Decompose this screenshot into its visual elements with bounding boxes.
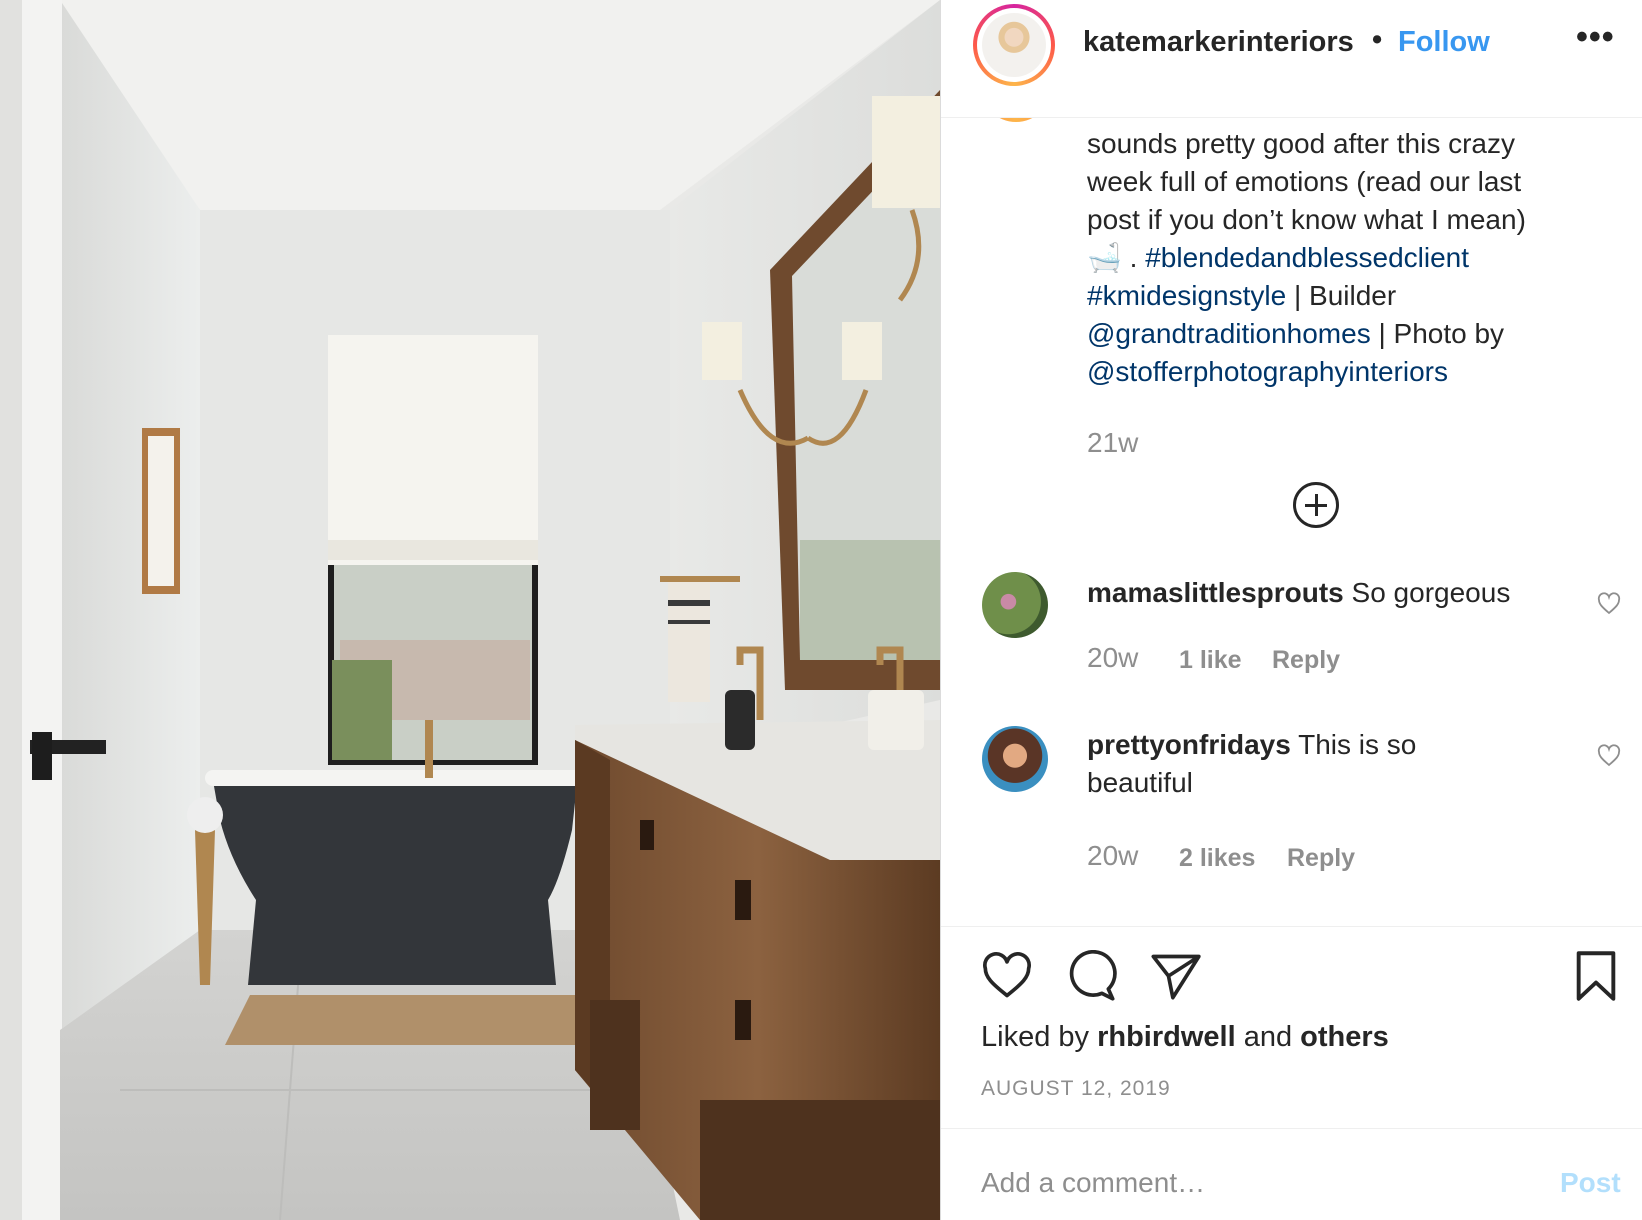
post-header: katemarkerinteriors • Follow ••• [941,0,1642,118]
post-comment-button[interactable]: Post [1560,1167,1621,1199]
commenter-username[interactable]: prettyonfridays [1087,729,1291,760]
caption-dot: . [1121,242,1146,273]
comment-timestamp[interactable]: 20w [1087,642,1138,674]
heart-icon[interactable] [981,950,1033,1002]
comment-likes-count[interactable]: 1 like [1179,646,1242,675]
author-avatar[interactable] [973,4,1055,86]
hashtag-link[interactable]: #kmidesignstyle [1087,280,1286,311]
caption-builder-text: | Builder [1286,280,1397,311]
author-username[interactable]: katemarkerinteriors [1083,26,1354,59]
post-side-panel: katemarkerinteriors • Follow ••• sounds … [941,0,1642,1220]
post-caption: sounds pretty good after this crazy week… [1087,125,1597,391]
commenter-avatar[interactable] [982,572,1048,638]
post-date[interactable]: AUGUST 12, 2019 [981,1077,1171,1101]
more-options-icon[interactable]: ••• [1576,18,1615,57]
bathtub-emoji-icon: 🛁 [1087,242,1122,273]
comment-likes-count[interactable]: 2 likes [1179,844,1255,873]
bathroom-photo-illustration [0,0,940,1220]
bookmark-icon[interactable] [1573,950,1619,1002]
liked-by-others[interactable]: others [1300,1021,1389,1053]
heart-icon[interactable] [1597,744,1621,768]
caption-line-3: post if you don’t know what I mean) [1087,204,1526,235]
author-avatar-image [982,13,1046,77]
comment-text: prettyonfridays This is so beautiful [1087,726,1487,802]
comment-text: mamaslittlesprouts So gorgeous [1087,574,1567,612]
mention-link[interactable]: @stofferphotographyinteriors [1087,356,1448,387]
mention-link[interactable]: @grandtraditionhomes [1087,318,1371,349]
follow-button[interactable]: Follow [1398,26,1490,59]
liked-by-prefix: Liked by [981,1021,1098,1053]
liked-by-mid: and [1235,1021,1301,1053]
reply-button[interactable]: Reply [1287,844,1355,873]
comment-timestamp[interactable]: 20w [1087,840,1138,872]
header-dot-separator: • [1372,24,1383,56]
share-paper-plane-icon[interactable] [1149,950,1201,1002]
liked-by-user[interactable]: rhbirdwell [1097,1021,1236,1053]
liked-by-summary: Liked by rhbirdwell and others [981,1021,1389,1054]
comment-bubble-icon[interactable] [1065,950,1117,1002]
caption-timestamp[interactable]: 21w [1087,427,1138,459]
comment-body: So gorgeous [1343,577,1511,608]
commenter-username[interactable]: mamaslittlesprouts [1087,577,1344,608]
caption-photo-text: | Photo by [1370,318,1505,349]
comment-input-divider [941,1128,1642,1129]
caption-line-1: sounds pretty good after this crazy [1087,128,1515,159]
post-actions-bar [981,950,1621,1010]
add-comment-input[interactable] [981,1163,1501,1203]
actions-divider [941,926,1642,927]
caption-line-2: week full of emotions (read our last [1087,166,1522,197]
commenter-avatar[interactable] [982,726,1048,792]
post-photo[interactable] [0,0,940,1220]
heart-icon[interactable] [1597,592,1621,616]
reply-button[interactable]: Reply [1272,646,1340,675]
plus-circle-icon[interactable] [1293,482,1339,528]
hashtag-link[interactable]: #blendedandblessedclient [1145,242,1469,273]
